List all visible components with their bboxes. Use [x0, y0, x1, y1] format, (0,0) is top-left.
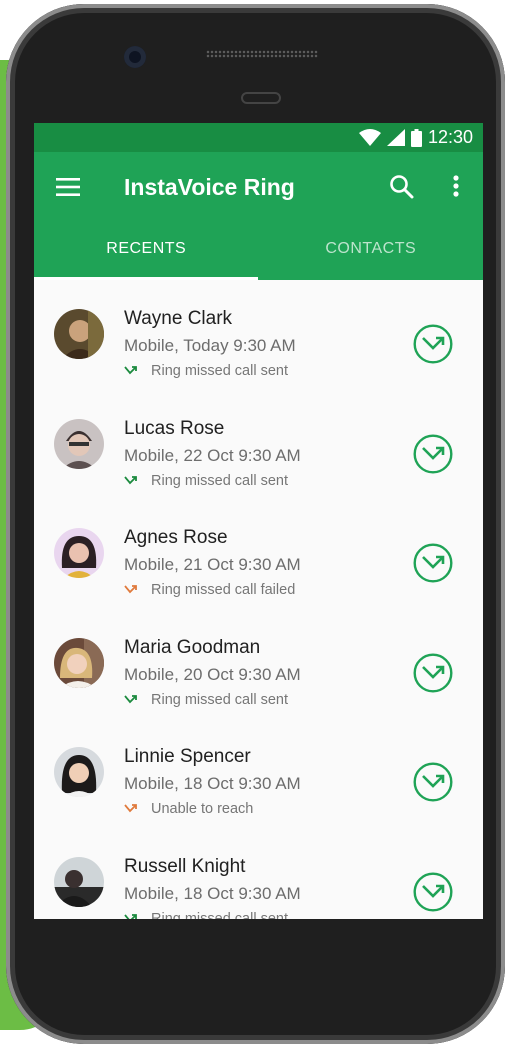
- contact-avatar: [54, 418, 104, 469]
- ring-callback-icon[interactable]: [413, 434, 453, 474]
- missed-call-sent-icon: [124, 694, 137, 703]
- contact-name: Agnes Rose: [124, 527, 228, 548]
- call-status: Ring missed call failed: [124, 582, 295, 598]
- contact-name: Lucas Rose: [124, 417, 225, 439]
- ring-callback-icon[interactable]: [413, 872, 453, 912]
- signal-icon: [386, 129, 405, 146]
- call-status-text: Ring missed call sent: [151, 691, 288, 708]
- speaker-grill: [206, 50, 318, 58]
- call-status-text: Ring missed call sent: [151, 472, 288, 489]
- contact-name: Maria Goodman: [124, 636, 261, 658]
- recent-item[interactable]: Lucas Rose Mobile, 22 Oct 9:30 AM Ring m…: [34, 390, 483, 500]
- search-icon[interactable]: [389, 174, 415, 200]
- contact-avatar: [54, 528, 104, 578]
- call-status-text: Ring missed call sent: [151, 910, 288, 920]
- phone-screen: 12:30 InstaVoice Ring RECENTS CONTACTS W…: [34, 123, 483, 919]
- menu-icon[interactable]: [56, 178, 80, 196]
- recent-item[interactable]: Agnes Rose Mobile, 21 Oct 9:30 AM Ring m…: [34, 499, 483, 609]
- call-status: Unable to reach: [124, 801, 253, 817]
- contact-name: Wayne Clark: [124, 308, 233, 329]
- call-status: Ring missed call sent: [124, 910, 288, 920]
- call-detail: Mobile, 20 Oct 9:30 AM: [124, 664, 301, 684]
- contact-name: Linnie Spencer: [124, 746, 251, 767]
- ring-callback-icon[interactable]: [413, 324, 453, 364]
- contact-avatar: [54, 637, 104, 688]
- recent-item[interactable]: Linnie Spencer Mobile, 18 Oct 9:30 AM Un…: [34, 718, 483, 828]
- call-status: Ring missed call sent: [124, 692, 288, 708]
- contact-avatar: [54, 747, 104, 797]
- recent-item[interactable]: Maria Goodman Mobile, 20 Oct 9:30 AM Rin…: [34, 609, 483, 719]
- unable-to-reach-icon: [124, 804, 137, 813]
- call-detail: Mobile, 22 Oct 9:30 AM: [124, 445, 301, 465]
- more-vert-icon[interactable]: [448, 174, 464, 200]
- ring-callback-icon[interactable]: [413, 543, 453, 583]
- ring-callback-icon[interactable]: [413, 762, 453, 802]
- contact-avatar: [54, 856, 104, 907]
- battery-icon: [410, 128, 422, 147]
- call-detail: Mobile, 21 Oct 9:30 AM: [124, 555, 301, 574]
- tab-recents[interactable]: RECENTS: [34, 224, 259, 280]
- missed-call-sent-icon: [124, 475, 137, 484]
- missed-call-sent-icon: [124, 913, 137, 919]
- recents-list: Wayne Clark Mobile, Today 9:30 AM Ring m…: [34, 280, 483, 919]
- call-status-text: Ring missed call sent: [151, 363, 288, 379]
- missed-call-failed-icon: [124, 585, 137, 594]
- contact-name: Russell Knight: [124, 855, 246, 877]
- tab-contacts[interactable]: CONTACTS: [259, 224, 484, 280]
- status-time: 12:30: [427, 127, 473, 147]
- missed-call-sent-icon: [124, 366, 137, 375]
- front-camera: [124, 46, 146, 68]
- contact-avatar: [54, 309, 104, 359]
- call-detail: Mobile, 18 Oct 9:30 AM: [124, 883, 301, 903]
- call-detail: Mobile, 18 Oct 9:30 AM: [124, 774, 301, 793]
- ring-callback-icon[interactable]: [413, 653, 453, 693]
- wifi-icon: [358, 129, 381, 146]
- app-bar: InstaVoice Ring: [34, 152, 483, 224]
- call-status-text: Ring missed call failed: [151, 582, 296, 598]
- call-status: Ring missed call sent: [124, 473, 288, 489]
- tab-bar: RECENTS CONTACTS: [34, 224, 483, 280]
- call-status: Ring missed call sent: [124, 363, 288, 379]
- call-status-text: Unable to reach: [151, 801, 254, 817]
- status-bar: 12:30: [34, 123, 483, 152]
- recent-item[interactable]: Wayne Clark Mobile, Today 9:30 AM Ring m…: [34, 280, 483, 390]
- call-detail: Mobile, Today 9:30 AM: [124, 336, 296, 355]
- recent-item[interactable]: Russell Knight Mobile, 18 Oct 9:30 AM Ri…: [34, 828, 483, 920]
- app-title: InstaVoice Ring: [124, 174, 295, 200]
- earpiece: [241, 92, 281, 104]
